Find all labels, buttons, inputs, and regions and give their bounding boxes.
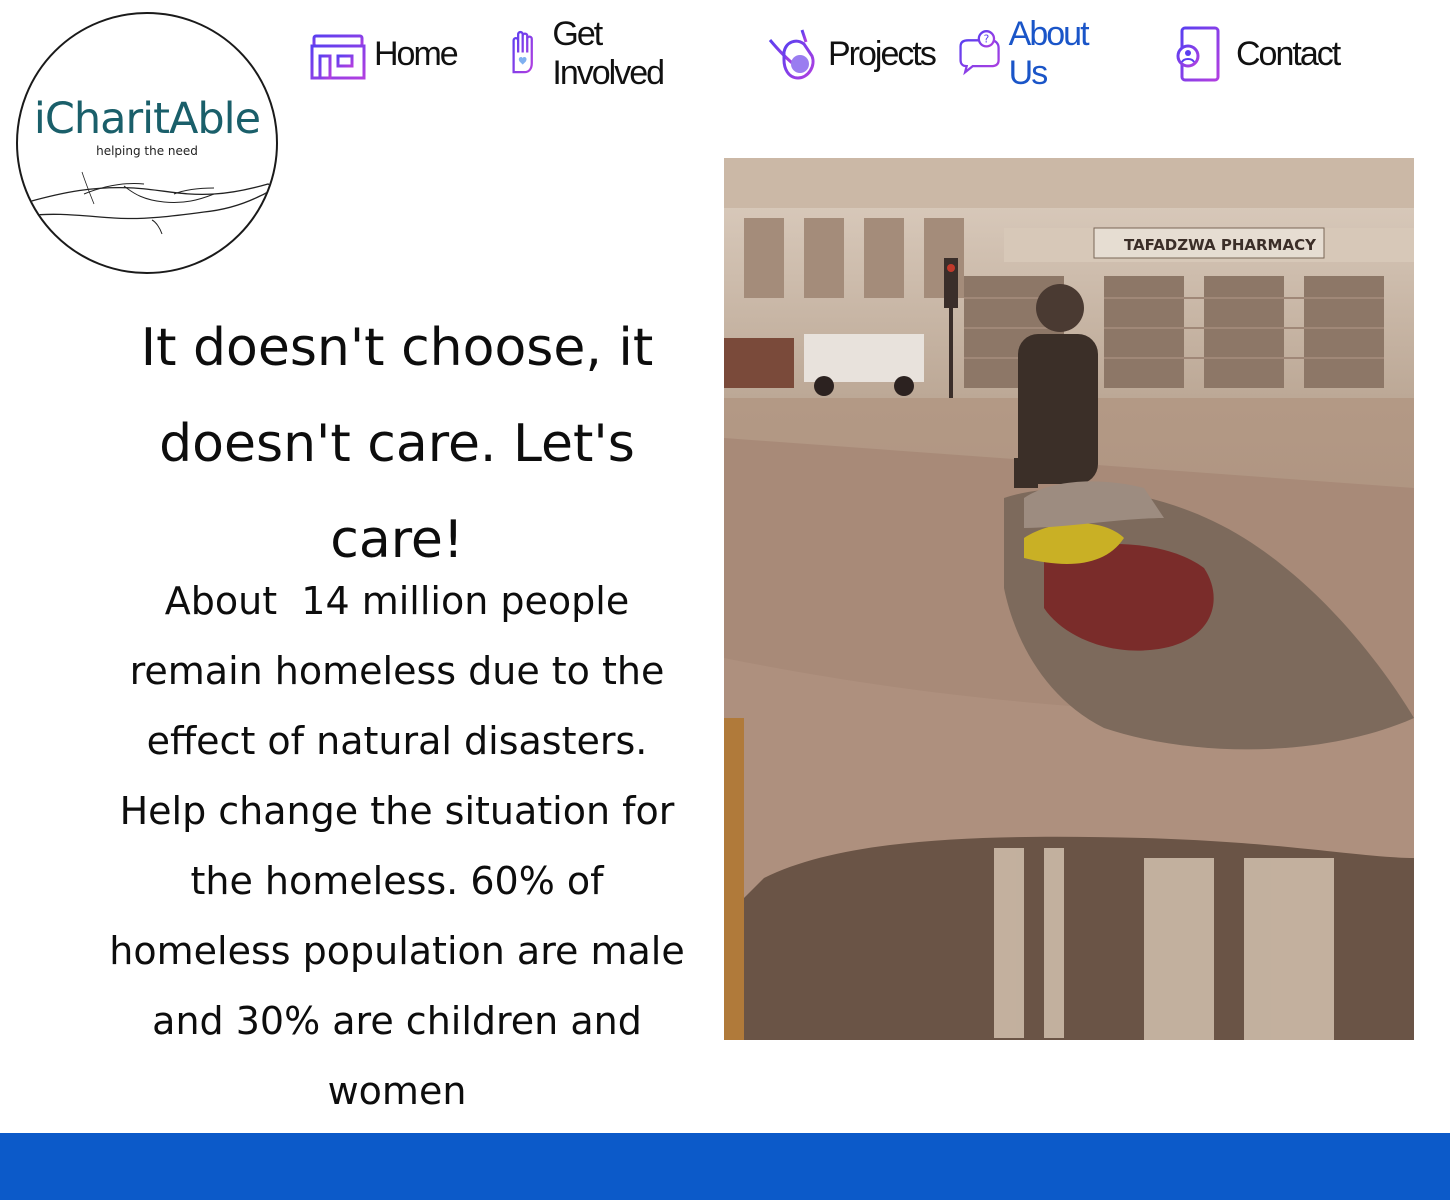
house-icon xyxy=(310,34,366,80)
homeless-street-photo: TAFADZWA PHARMACY xyxy=(724,158,1414,1040)
raised-hand-heart-icon xyxy=(512,30,533,74)
open-hand-icon xyxy=(27,171,272,235)
site-logo[interactable]: iCharitAble helping the need xyxy=(16,12,278,274)
nav-label-home: Home xyxy=(374,34,459,73)
nav-label-contact: Contact xyxy=(1236,34,1341,73)
nav-label-get-involved: Get Involved xyxy=(552,15,665,92)
body-paragraph: About 14 million people remain homeless … xyxy=(109,579,697,1113)
storefront-sign: TAFADZWA PHARMACY xyxy=(1124,236,1317,254)
footer-bar xyxy=(0,1133,1450,1200)
nav-item-projects[interactable]: Projects xyxy=(760,14,937,94)
nav-label-projects: Projects xyxy=(828,34,937,73)
nav-item-home[interactable]: Home xyxy=(306,14,459,94)
logo-tagline: helping the need xyxy=(96,144,198,158)
nav-item-contact[interactable]: Contact xyxy=(1168,14,1341,94)
chat-question-icon: ? xyxy=(959,30,1000,76)
nav-item-about-us[interactable]: ? About Us xyxy=(956,14,1103,94)
address-book-icon xyxy=(1176,26,1224,82)
hand-gesture-icon xyxy=(768,29,815,80)
logo-brand-text: iCharitAble xyxy=(33,94,261,144)
page-headline: It doesn't choose, it doesn't care. Let'… xyxy=(140,318,654,570)
svg-text:?: ? xyxy=(984,33,990,46)
nav-label-about-us: About Us xyxy=(1008,15,1090,92)
nav-item-get-involved[interactable]: Get Involved xyxy=(500,14,679,94)
